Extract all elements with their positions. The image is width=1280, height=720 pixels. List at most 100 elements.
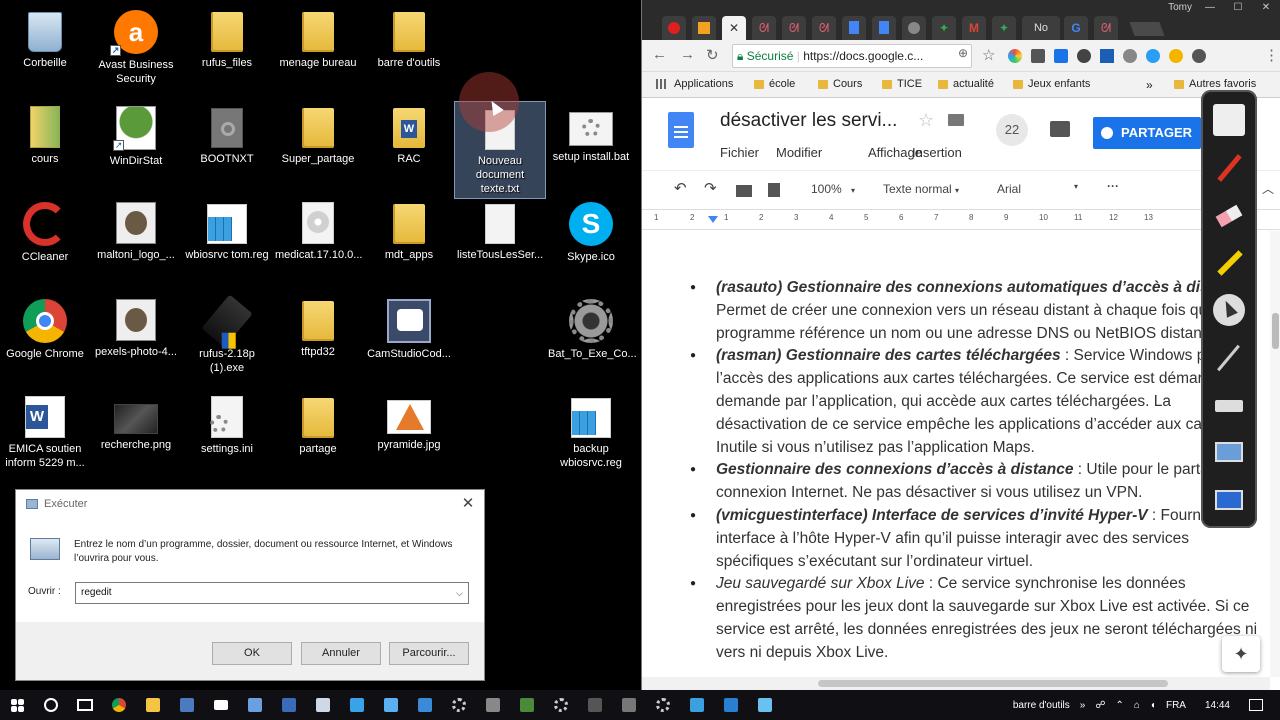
share-button[interactable]: PARTAGER <box>1093 117 1201 149</box>
close-icon[interactable]: ✕ <box>458 494 478 514</box>
keyboard-icon[interactable] <box>1213 390 1245 422</box>
cancel-button[interactable]: Annuler <box>301 642 381 665</box>
scroll-thumb[interactable] <box>818 680 1168 687</box>
taskbar-app[interactable] <box>578 690 612 720</box>
google-docs-icon[interactable] <box>668 112 694 148</box>
comments-icon[interactable] <box>1050 121 1070 137</box>
toolbar-label[interactable]: barre d'outils <box>1013 700 1070 711</box>
horizontal-scrollbar[interactable] <box>642 677 1270 690</box>
comment-count-badge[interactable]: 22 <box>996 114 1028 146</box>
indent-marker-icon[interactable] <box>708 216 718 223</box>
address-bar[interactable]: 🔒︎ Sécurisé | https://docs.google.c... <box>732 44 972 68</box>
tab[interactable]: G <box>1064 16 1088 40</box>
desktop-icon-maltoni-logo[interactable]: maltoni_logo_... <box>91 196 181 262</box>
desktop-icon-medicat[interactable]: medicat.17.10.0... <box>273 196 363 262</box>
ruler[interactable]: 1 2 1 2 3 4 5 6 7 8 9 10 11 12 13 <box>642 210 1280 230</box>
menu-fichier[interactable]: Fichier <box>720 145 759 160</box>
profile-name[interactable]: Tomy <box>1168 2 1192 13</box>
taskbar-app[interactable] <box>306 690 340 720</box>
extension-icon[interactable] <box>1146 49 1160 63</box>
desktop-icon-menage-bureau[interactable]: menage bureau <box>273 4 363 70</box>
extension-icon[interactable] <box>1077 49 1091 63</box>
search-button[interactable] <box>34 690 68 720</box>
tab-pinned[interactable] <box>692 16 716 40</box>
bookmark-autres-favoris[interactable]: Autres favoris <box>1174 78 1256 90</box>
run-dialog-titlebar[interactable]: Exécuter <box>16 490 484 518</box>
taskbar-app-chrome[interactable] <box>102 690 136 720</box>
taskbar-app[interactable] <box>204 690 238 720</box>
pen-icon[interactable] <box>1213 342 1245 374</box>
eraser-icon[interactable] <box>1213 200 1245 232</box>
notifications-icon[interactable] <box>1249 699 1263 711</box>
tab-active-close[interactable]: ✕ <box>722 16 746 40</box>
browse-button[interactable]: Parcourir... <box>389 642 469 665</box>
pointer-icon[interactable] <box>1213 294 1245 326</box>
desktop-icon-bat-to-exe[interactable]: Bat_To_Exe_Co... <box>546 293 637 361</box>
desktop-icon-barre-doutils[interactable]: barre d'outils <box>364 4 454 70</box>
extension-icon[interactable] <box>1100 49 1114 63</box>
new-tab-button[interactable] <box>1129 22 1165 36</box>
desktop-icon-bootnxt[interactable]: BOOTNXT <box>182 100 272 166</box>
language-indicator[interactable]: FRA <box>1166 700 1186 711</box>
bookmark-tice[interactable]: TICE <box>882 78 922 90</box>
desktop-icon-windirstat[interactable]: ↗ WinDirStat <box>91 100 181 168</box>
ok-button[interactable]: OK <box>212 642 292 665</box>
more-options[interactable]: ··· <box>1107 179 1119 193</box>
desktop-icon-mdt-apps[interactable]: mdt_apps <box>364 196 454 262</box>
taskbar-app[interactable] <box>680 690 714 720</box>
zoom-select[interactable]: 100% ▾ <box>811 182 855 196</box>
chevron-down-icon[interactable]: ⌵ <box>456 583 463 603</box>
bookmark-jeux-enfants[interactable]: Jeux enfants <box>1013 78 1090 90</box>
task-view-button[interactable] <box>68 690 102 720</box>
minimize-icon[interactable]: — <box>1196 0 1224 16</box>
taskbar-app[interactable] <box>238 690 272 720</box>
desktop-icon-skype[interactable]: S Skype.ico <box>546 196 636 264</box>
vertical-scrollbar[interactable] <box>1270 231 1280 677</box>
desktop-icon-corbeille[interactable]: Corbeille <box>0 4 90 70</box>
scroll-thumb[interactable] <box>1272 313 1279 349</box>
people-icon[interactable]: ☍ <box>1095 700 1105 711</box>
show-desktop-button[interactable] <box>1276 690 1280 720</box>
chevron-down-icon[interactable]: ▾ <box>1074 182 1078 191</box>
clock[interactable]: 14:44 <box>1205 700 1230 711</box>
bookmark-cours[interactable]: Cours <box>818 78 862 90</box>
desktop-icon-wbiosrvc-tom[interactable]: wbiosrvc tom.reg <box>182 196 272 262</box>
chevron-up-icon[interactable]: ⌃ <box>1115 700 1123 711</box>
menu-modifier[interactable]: Modifier <box>776 145 822 160</box>
tab-no[interactable]: No <box>1022 16 1060 40</box>
notepad-pen-icon[interactable] <box>1213 104 1245 136</box>
red-pen-icon[interactable] <box>1213 152 1245 184</box>
bookmark-star-icon[interactable]: ☆ <box>982 46 995 64</box>
screen-icon[interactable] <box>1213 484 1245 516</box>
menu-dots-icon[interactable]: ⋮ <box>1264 46 1279 64</box>
desktop-icon-pyramide[interactable]: pyramide.jpg <box>364 390 454 452</box>
paint-format-icon[interactable] <box>768 183 780 197</box>
tab[interactable] <box>842 16 866 40</box>
document-page[interactable]: (rasauto) Gestionnaire des connexions au… <box>642 231 1270 677</box>
maximize-icon[interactable]: ☐ <box>1224 0 1252 16</box>
tab[interactable]: ᘛ <box>752 16 776 40</box>
extension-icon[interactable] <box>1192 49 1206 63</box>
taskbar-app[interactable] <box>544 690 578 720</box>
desktop-icon-rufus-exe[interactable]: rufus-2.18p (1).exe <box>182 293 272 375</box>
bookmark-actualite[interactable]: actualité <box>938 78 994 90</box>
bookmark-applications[interactable]: Applications <box>656 78 733 90</box>
print-icon[interactable] <box>736 185 752 197</box>
desktop-icon-tftpd32[interactable]: tftpd32 <box>273 293 363 359</box>
move-folder-icon[interactable] <box>948 114 964 126</box>
desktop-icon-rufus-files[interactable]: rufus_files <box>182 4 272 70</box>
font-select[interactable]: Arial <box>997 182 1021 196</box>
taskbar-app[interactable] <box>272 690 306 720</box>
taskbar-app[interactable] <box>646 690 680 720</box>
screen-capture-icon[interactable] <box>1213 436 1245 468</box>
redo-icon[interactable]: ↷ <box>704 179 717 197</box>
undo-icon[interactable]: ↶ <box>674 179 687 197</box>
tab-pinned[interactable] <box>662 16 686 40</box>
bookmark-ecole[interactable]: école <box>754 78 795 90</box>
taskbar-app[interactable] <box>612 690 646 720</box>
close-window-icon[interactable]: ✕ <box>1252 0 1280 16</box>
taskbar-app[interactable] <box>476 690 510 720</box>
desktop-icon-ccleaner[interactable]: CCleaner <box>0 196 90 264</box>
tab[interactable]: ✦ <box>992 16 1016 40</box>
desktop-icon-emica[interactable]: W EMICA soutien inform 5229 m... <box>0 390 90 470</box>
